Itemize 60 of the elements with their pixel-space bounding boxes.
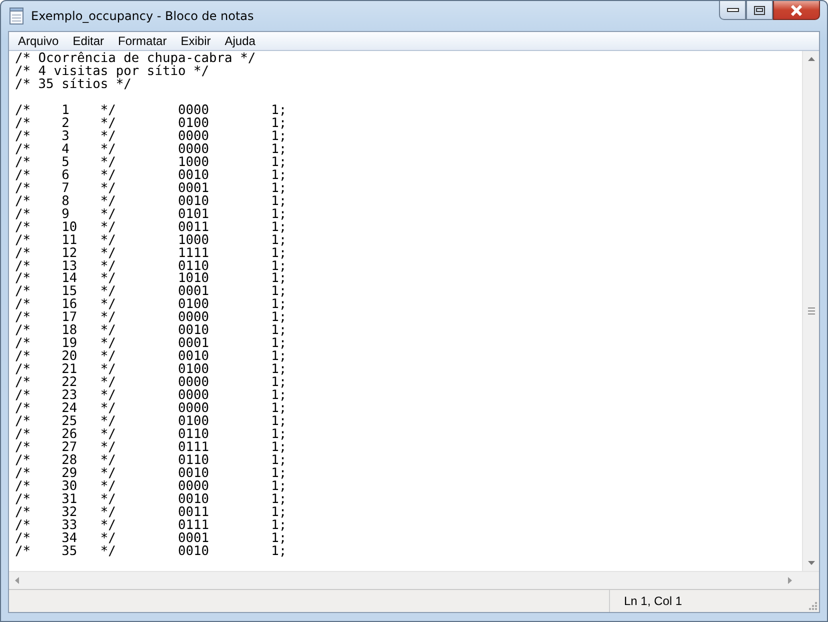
cursor-position: Ln 1, Col 1: [609, 590, 682, 612]
text-line: /* 14 */ 1010 1;: [15, 271, 287, 286]
scroll-right-icon[interactable]: [788, 577, 792, 584]
text-line: /* 5 */ 1000 1;: [15, 154, 287, 170]
text-line: /* 25 */ 0100 1;: [15, 414, 287, 430]
minimize-button[interactable]: [719, 1, 746, 20]
text-line: /* 11 */ 1000 1;: [15, 232, 287, 248]
text-line: /* 17 */ 0000 1;: [15, 310, 287, 326]
text-line: /* 8 */ 0010 1;: [15, 194, 287, 209]
scroll-left-icon[interactable]: [15, 577, 19, 584]
text-line: /* 35 */ 0010 1;: [15, 544, 287, 559]
text-line: /* 30 */ 0000 1;: [15, 478, 287, 494]
menu-item[interactable]: Formatar: [111, 34, 174, 48]
vertical-scrollbar[interactable]: [802, 51, 819, 571]
text-line: /* 3 */ 0000 1;: [15, 128, 287, 144]
text-line: /* 4 visitas por sítio */: [15, 64, 210, 79]
text-line: /* 1 */ 0000 1;: [15, 102, 287, 118]
text-line: /* 19 */ 0001 1;: [15, 336, 287, 352]
close-button[interactable]: [773, 1, 820, 20]
menu-item[interactable]: Editar: [66, 34, 112, 48]
text-line: /* 26 */ 0110 1;: [15, 427, 287, 442]
close-icon: [790, 4, 803, 16]
text-line: /* Ocorrência de chupa-cabra */: [15, 51, 256, 66]
text-line: /* 31 */ 0010 1;: [15, 492, 287, 507]
text-line: /* 12 */ 1111 1;: [15, 246, 287, 261]
text-line: /* 23 */ 0000 1;: [15, 388, 287, 404]
text-line: /* 32 */ 0011 1;: [15, 504, 287, 520]
text-line: /* 16 */ 0100 1;: [15, 297, 287, 312]
text-line: /* 10 */ 0011 1;: [15, 220, 287, 235]
text-line: /* 7 */ 0001 1;: [15, 180, 287, 196]
text-line: /* 22 */ 0000 1;: [15, 375, 287, 390]
menu-item[interactable]: Ajuda: [218, 34, 262, 48]
text-line: /* 4 */ 0000 1;: [15, 142, 287, 157]
text-line: /* 28 */ 0110 1;: [15, 453, 287, 468]
text-line: /* 18 */ 0010 1;: [15, 323, 287, 338]
menu-item[interactable]: Arquivo: [11, 34, 66, 48]
notepad-icon: [9, 7, 25, 25]
scroll-up-icon[interactable]: [808, 57, 814, 61]
minimize-icon: [726, 7, 738, 13]
maximize-button[interactable]: [746, 1, 773, 20]
text-line: /* 2 */ 0100 1;: [15, 116, 287, 131]
scroll-down-icon[interactable]: [808, 561, 814, 565]
maximize-icon: [754, 6, 765, 14]
text-line: /* 24 */ 0000 1;: [15, 401, 287, 416]
text-line: /* 20 */ 0010 1;: [15, 349, 287, 364]
text-line: /* 15 */ 0001 1;: [15, 284, 287, 300]
text-line: /* 21 */ 0100 1;: [15, 362, 287, 378]
text-line: /* 34 */ 0001 1;: [15, 530, 287, 546]
horizontal-scrollbar[interactable]: [9, 571, 819, 589]
text-line: /* 35 sítios */: [15, 76, 132, 92]
text-line: /* 13 */ 0110 1;: [15, 258, 287, 274]
text-line: /* 9 */ 0101 1;: [15, 206, 287, 222]
resize-grip-icon[interactable]: [809, 602, 817, 610]
text-line: /* 27 */ 0111 1;: [15, 440, 287, 456]
text-line: /* 33 */ 0111 1;: [15, 518, 287, 533]
text-line: /* 6 */ 0010 1;: [15, 168, 287, 183]
scroll-grip-icon[interactable]: [808, 307, 814, 315]
menu-item[interactable]: Exibir: [174, 34, 218, 48]
text-line: /* 29 */ 0010 1;: [15, 466, 287, 481]
window-title: Exemplo_occupancy - Bloco de notas: [31, 9, 254, 23]
